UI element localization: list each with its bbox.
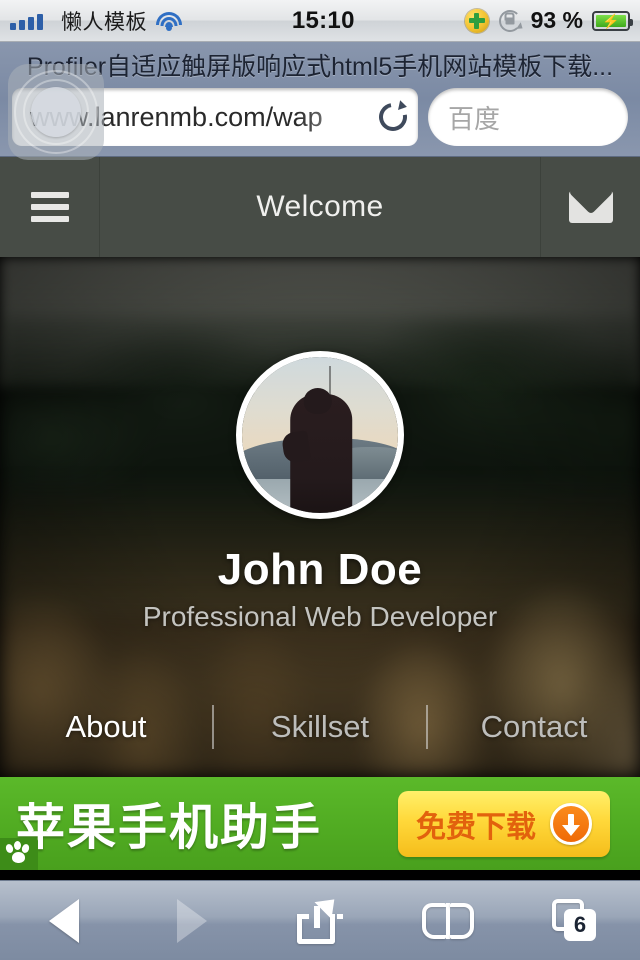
wifi-icon: [156, 11, 182, 31]
ad-banner[interactable]: 苹果手机助手 免费下载: [0, 777, 640, 870]
browser-top-toolbar: Profiler自适应触屏版响应式html5手机网站模板下载... www.la…: [0, 42, 640, 160]
tabs-button[interactable]: 6: [512, 881, 640, 960]
hero-nav: About Skillset Contact: [0, 705, 640, 749]
site-title-area: Welcome: [100, 157, 540, 257]
profile-tagline: Professional Web Developer: [142, 601, 498, 632]
ad-download-label: 免费下载: [416, 810, 536, 844]
status-bar: 懒人模板 15:10 93 % ⚡: [0, 0, 640, 42]
status-bar-left: 懒人模板: [10, 6, 182, 36]
nav-item-skillset[interactable]: Skillset: [214, 709, 426, 745]
search-placeholder: 百度: [448, 103, 501, 134]
ad-headline: 苹果手机助手: [16, 801, 323, 855]
bookmarks-book-icon: [422, 902, 474, 939]
reload-icon[interactable]: [373, 97, 413, 137]
menu-button[interactable]: [0, 157, 100, 257]
battery-charging-icon: ⚡: [592, 10, 633, 31]
hero-section: John Doe Professional Web Developer Abou…: [0, 257, 640, 777]
share-icon: [297, 890, 343, 944]
clock-label: 15:10: [291, 6, 355, 34]
assistive-touch-button[interactable]: [8, 64, 104, 160]
carrier-label: 懒人模板: [61, 10, 147, 34]
search-input[interactable]: 百度: [428, 88, 628, 146]
avatar: [236, 351, 404, 519]
nav-item-about[interactable]: About: [0, 709, 212, 745]
forward-button[interactable]: [128, 881, 256, 960]
baidu-paw-icon: [0, 838, 38, 870]
nav-item-contact[interactable]: Contact: [428, 709, 640, 745]
page-title: Profiler自适应触屏版响应式html5手机网站模板下载...: [26, 53, 614, 81]
ad-download-button[interactable]: 免费下载: [398, 790, 610, 857]
share-button[interactable]: [256, 881, 384, 960]
envelope-icon: [568, 191, 613, 223]
download-circle-icon: [550, 802, 592, 845]
site-header: Welcome: [0, 157, 640, 257]
forward-arrow-icon: [177, 898, 207, 943]
rotation-lock-icon: [498, 9, 525, 33]
tabs-icon: 6: [552, 898, 600, 943]
status-bar-center: 15:10: [182, 7, 465, 35]
phone-screen: 懒人模板 15:10 93 % ⚡ Profiler自适应触屏版响应式html5…: [0, 0, 640, 960]
back-button[interactable]: [0, 881, 128, 960]
browser-bottom-toolbar: 6: [0, 880, 640, 960]
site-title: Welcome: [256, 190, 384, 223]
avatar-photo: [242, 357, 398, 513]
status-bar-right: 93 % ⚡: [464, 7, 633, 34]
signal-bars-icon: [10, 12, 52, 30]
battery-percent-label: 93 %: [530, 7, 583, 33]
mail-button[interactable]: [540, 157, 640, 257]
bookmarks-button[interactable]: [384, 881, 512, 960]
green-plus-circle-icon: [464, 8, 489, 33]
hamburger-menu-icon: [30, 192, 69, 222]
address-row: www.lanrenmb.com/wap 百度: [12, 88, 628, 146]
profile-name: John Doe: [217, 545, 423, 594]
tab-count-label: 6: [573, 911, 587, 937]
back-arrow-icon: [49, 898, 79, 943]
